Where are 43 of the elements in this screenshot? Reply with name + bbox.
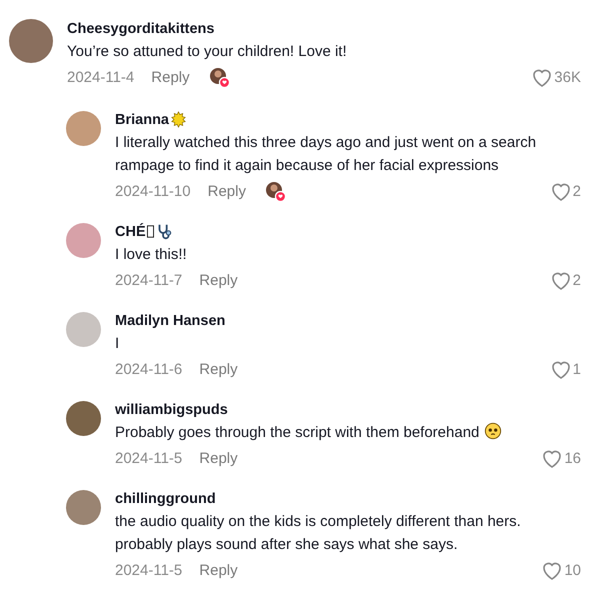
like-count: 16 [564,450,581,467]
reply-link[interactable]: Reply [199,450,238,467]
avatar[interactable] [66,490,101,525]
avatar[interactable] [66,401,101,436]
comment-date: 2024-11-5 [115,450,182,467]
comment-date: 2024-11-5 [115,562,182,579]
like-count: 2 [572,272,581,289]
comment-date: 2024-11-4 [67,69,134,86]
comment-text: You’re so attuned to your children! Love it! [67,43,347,60]
comment-text: Probably goes through the script with them beforehand [115,424,480,441]
username[interactable]: williambigspuds [115,402,228,418]
missing-glyph-icon [146,225,154,238]
reply-link[interactable]: Reply [151,69,190,86]
comment-text: I love this!! [115,246,187,263]
comment-text: I [115,335,120,352]
heart-icon[interactable] [543,562,562,580]
like-count: 10 [564,562,581,579]
reply-link[interactable]: Reply [199,272,238,289]
avatar[interactable] [9,19,53,63]
reply-link[interactable]: Reply [199,361,238,378]
reply-link[interactable]: Reply [208,183,246,200]
comment-date: 2024-11-7 [115,272,182,289]
heart-icon[interactable] [533,68,552,86]
heart-icon[interactable] [552,360,570,378]
sun-icon [170,111,187,128]
comment-text: the audio quality on the kids is completely different than hers. probably plays sound after she says what she says. [115,513,521,553]
comment-text: I literally watched this three days ago and just went on a search rampage to find it again because of her facial expressions [115,134,536,174]
username[interactable]: Brianna [115,112,169,128]
username[interactable]: Madilyn Hansen [115,312,226,328]
heart-icon[interactable] [552,272,570,290]
reply-link[interactable]: Reply [199,562,238,579]
like-count: 1 [572,361,581,378]
heart-icon[interactable] [552,182,570,200]
comment-date: 2024-11-10 [115,183,191,200]
avatar[interactable] [66,111,101,146]
heart-icon[interactable] [543,450,562,468]
comment-date: 2024-11-6 [115,361,182,378]
username[interactable]: chillingground [115,490,216,506]
username[interactable]: CHÉ [115,224,146,240]
like-count: 2 [572,183,581,200]
like-count: 36K [554,69,581,86]
pleading-face-icon [484,422,502,440]
username[interactable]: Cheesygorditakittens [67,20,214,36]
